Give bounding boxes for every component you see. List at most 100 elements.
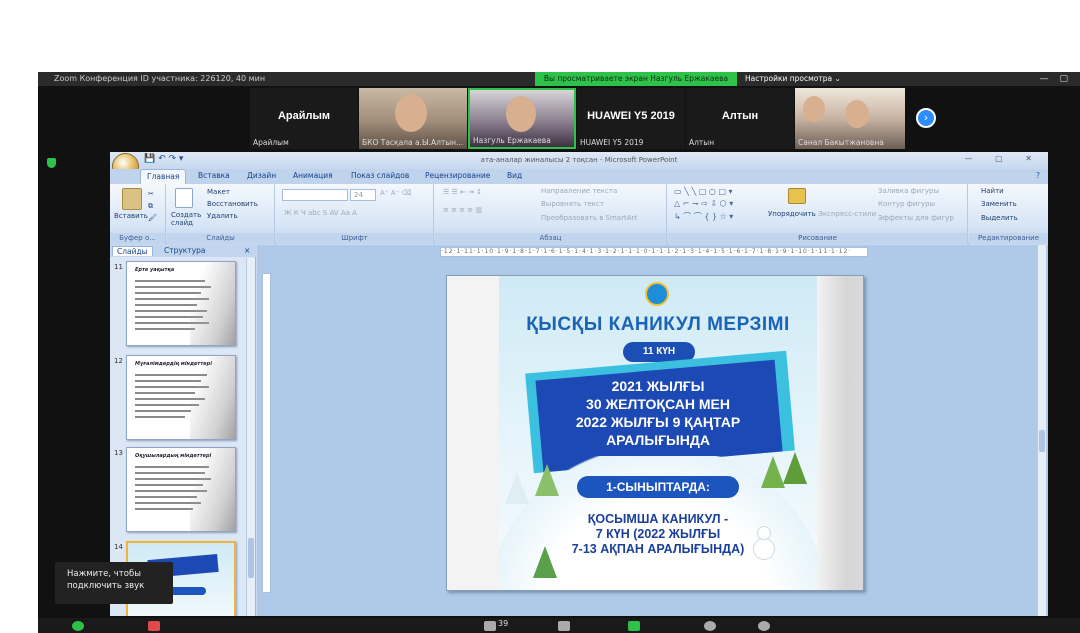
tab-slideshow[interactable]: Показ слайдов <box>351 171 409 180</box>
tab-animation[interactable]: Анимация <box>293 171 333 180</box>
screen: Zoom Конференция ID участника: 226120, 4… <box>0 0 1080 633</box>
group-label: Абзац <box>435 233 666 244</box>
slides-pane: Слайды Структура × 11 Ерте уақытқа 12 Мұ <box>110 245 256 616</box>
shapes-gallery[interactable]: ▭ ╲ ╲ ▢ ○ ▢ ▾ <box>674 187 733 196</box>
participant-name: БКО Тасқала а.Ы.Алтын... <box>362 138 464 147</box>
ribbon: Вставить ✂ ⧉ 🖌 Буфер о... Создать слайд … <box>110 184 1048 244</box>
slide-thumbnail[interactable]: Оқушылардың міндеттері <box>126 447 236 532</box>
group-paragraph: ☰ ☰ ⇤ ⇥ ↕ ≡ ≡ ≡ ≡ ▥ Направление текста В… <box>435 184 667 244</box>
group-editing: Найти Заменить Выделить Редактирование <box>969 184 1048 244</box>
zoom-title-bar: Zoom Конференция ID участника: 226120, 4… <box>38 72 1080 86</box>
next-page-icon[interactable]: › <box>916 108 936 128</box>
current-slide[interactable]: ҚЫСҚЫ КАНИКУЛ МЕРЗІМІ 11 КҮН 2021 ЖЫЛҒЫ … <box>446 275 864 591</box>
font-format-icons[interactable]: Ж К Ч abc S AV Aa A <box>284 209 357 217</box>
shape-outline-button[interactable]: Контур фигуры <box>878 200 935 208</box>
pane-scrollbar[interactable] <box>246 258 255 616</box>
slide-editing-area: ·12·1·11·1·10·1·9·1·8·1·7·1·6·1·5·1·4·1·… <box>257 245 1048 616</box>
slide-number: 13 <box>114 449 123 457</box>
cut-icon[interactable]: ✂ <box>148 190 154 198</box>
quick-access-toolbar[interactable]: 💾 ↶ ↷ ▾ <box>144 154 183 164</box>
smartart-button[interactable]: Преобразовать в SmartArt <box>541 214 637 222</box>
group-label: Шрифт <box>276 233 433 244</box>
grow-font-icon[interactable]: A⁺ A⁻ ⌫ <box>380 189 411 197</box>
tab-view[interactable]: Вид <box>507 171 522 180</box>
font-name-combo[interactable] <box>282 189 348 201</box>
snowman-head <box>757 526 771 540</box>
group-drawing: ▭ ╲ ╲ ▢ ○ ▢ ▾ △ ⌐ ⇁ ⇨ ⇩ ⬡ ▾ ↳ ⌒ ⌒ { } ☆ … <box>668 184 968 244</box>
shapes-gallery-row3[interactable]: ↳ ⌒ ⌒ { } ☆ ▾ <box>674 211 733 222</box>
slide-thumbnail[interactable]: Мұғалімдердің міндеттері <box>126 355 236 440</box>
chat-icon[interactable] <box>558 621 570 631</box>
text-direction-button[interactable]: Направление текста <box>541 187 617 195</box>
slide-number: 14 <box>114 543 123 551</box>
record-icon[interactable] <box>704 621 716 631</box>
arrange-button[interactable]: Упорядочить <box>768 210 816 218</box>
replace-button[interactable]: Заменить <box>981 200 1017 208</box>
share-screen-icon[interactable] <box>628 621 640 631</box>
tooltip-line: Нажмите, чтобы <box>67 569 141 579</box>
font-size-combo[interactable]: 24 <box>350 189 376 201</box>
view-options-button[interactable]: Настройки просмотра ⌄ <box>745 72 841 86</box>
participant-tile[interactable]: Санал Бакытжановна <box>795 88 905 149</box>
ppt-window-controls[interactable]: — ▢ ✕ <box>965 154 1042 163</box>
group-label: Рисование <box>668 233 967 244</box>
group-label: Слайды <box>167 233 274 244</box>
banner-line: 30 ЖЕЛТОҚСАН МЕН <box>586 396 730 412</box>
participant-tile[interactable]: Арайлым Арайлым <box>250 88 358 149</box>
participant-tile[interactable]: HUAWEI Y5 2019 HUAWEI Y5 2019 <box>577 88 685 149</box>
align-icons[interactable]: ≡ ≡ ≡ ≡ ▥ <box>443 206 482 214</box>
tooltip-line: подключить звук <box>67 581 145 591</box>
participant-name-large: Арайлым <box>277 110 331 122</box>
participant-tile[interactable]: Алтын Алтын <box>686 88 794 149</box>
create-slide-button[interactable]: Создать слайд <box>171 211 203 227</box>
video-off-icon[interactable] <box>148 621 160 631</box>
participant-tile-active[interactable]: Назгуль Ержакаева <box>468 88 576 149</box>
layout-button[interactable]: Макет <box>207 188 230 196</box>
delete-button[interactable]: Удалить <box>207 212 238 220</box>
participant-name: Назгуль Ержакаева <box>473 136 551 145</box>
format-painter-icon[interactable]: 🖌 <box>148 214 157 222</box>
tab-review[interactable]: Рецензирование <box>425 171 490 180</box>
slide-thumbnail[interactable]: Ерте уақытқа <box>126 261 236 346</box>
tab-home[interactable]: Главная <box>140 169 187 184</box>
find-button[interactable]: Найти <box>981 187 1004 195</box>
window-controls[interactable]: — ▢ <box>1040 72 1072 86</box>
quick-styles-button[interactable]: Экспресс-стили <box>818 210 876 218</box>
group-slides: Создать слайд Макет Восстановить Удалить… <box>167 184 275 244</box>
tab-outline[interactable]: Структура <box>164 246 206 255</box>
banner-line: 2021 ЖЫЛҒЫ <box>611 378 705 394</box>
headphones-icon[interactable] <box>72 621 84 631</box>
ppt-title-bar: ата-аналар жиналысы 2 тоқсан - Microsoft… <box>110 152 1048 169</box>
tree-icon <box>505 472 529 504</box>
participant-tile[interactable]: БКО Тасқала а.Ы.Алтын... <box>359 88 467 149</box>
shapes-gallery-row2[interactable]: △ ⌐ ⇁ ⇨ ⇩ ⬡ ▾ <box>674 199 733 208</box>
paste-icon <box>122 188 142 210</box>
select-button[interactable]: Выделить <box>981 214 1018 222</box>
participant-face <box>395 94 427 132</box>
group-font: 24 A⁺ A⁻ ⌫ Ж К Ч abc S AV Aa A Шрифт <box>276 184 434 244</box>
copy-icon[interactable]: ⧉ <box>148 202 153 211</box>
poster-title: ҚЫСҚЫ КАНИКУЛ МЕРЗІМІ <box>526 314 790 335</box>
help-icon[interactable]: ? <box>1036 171 1040 180</box>
tab-design[interactable]: Дизайн <box>247 171 276 180</box>
align-text-button[interactable]: Выровнять текст <box>541 200 604 208</box>
zoom-toolbar <box>38 618 1080 633</box>
shape-effects-button[interactable]: Эффекты для фигур <box>878 214 954 222</box>
thumb-title: Ерте уақытқа <box>135 267 175 273</box>
participant-face <box>845 100 869 128</box>
shape-fill-button[interactable]: Заливка фигуры <box>878 187 939 195</box>
close-pane-icon[interactable]: × <box>244 246 250 255</box>
editor-scrollbar[interactable] <box>1037 245 1046 616</box>
participants-icon[interactable] <box>484 621 496 631</box>
reactions-icon[interactable] <box>758 621 770 631</box>
tab-slides[interactable]: Слайды <box>112 246 153 256</box>
group-clipboard: Вставить ✂ ⧉ 🖌 Буфер о... <box>110 184 166 244</box>
pane-tabs: Слайды Структура × <box>110 245 256 257</box>
tab-insert[interactable]: Вставка <box>198 171 230 180</box>
grade-pill: 1-СЫНЫПТАРДА: <box>577 476 739 498</box>
paste-button[interactable]: Вставить <box>114 212 148 220</box>
reset-button[interactable]: Восстановить <box>207 200 258 208</box>
banner-line: АРАЛЫҒЫНДА <box>606 432 710 448</box>
list-icons[interactable]: ☰ ☰ ⇤ ⇥ ↕ <box>443 188 482 196</box>
participant-name-large: HUAWEI Y5 2019 <box>587 110 675 122</box>
